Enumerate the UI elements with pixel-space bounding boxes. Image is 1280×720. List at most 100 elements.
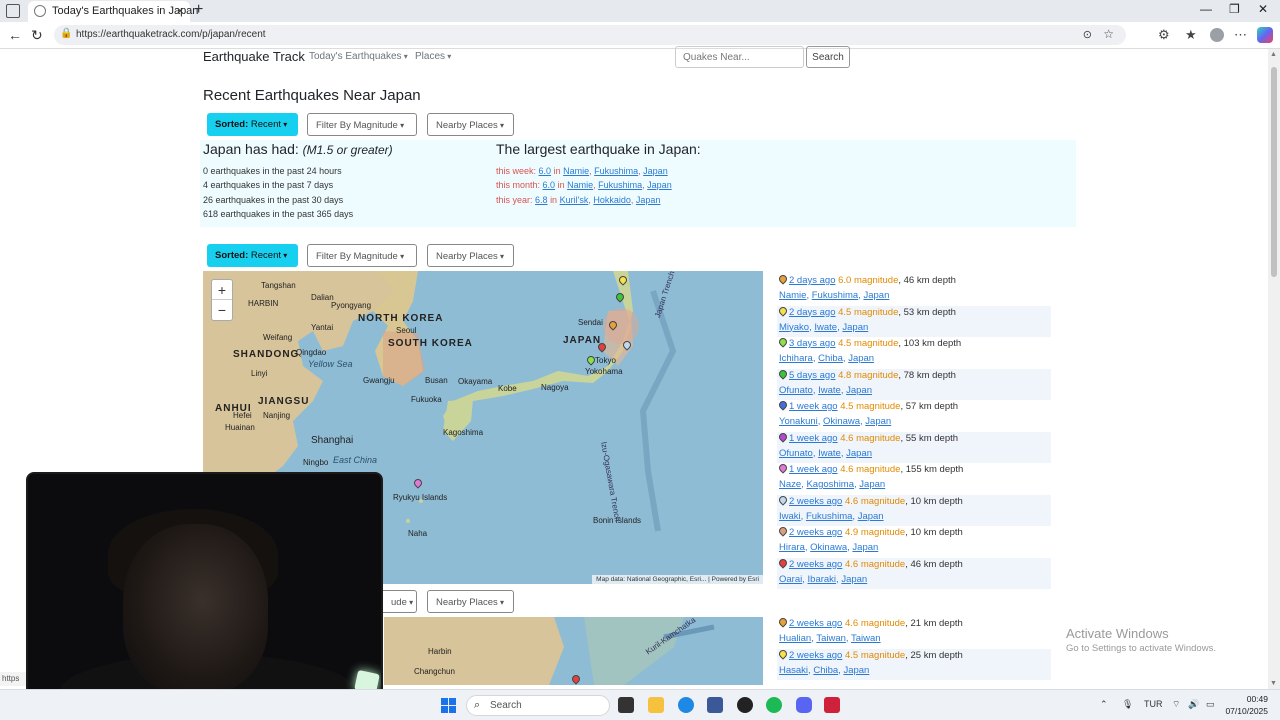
filter-magnitude-dropdown-3[interactable]: ude	[383, 590, 417, 613]
site-brand[interactable]: Earthquake Track	[203, 49, 305, 64]
page-scrollbar[interactable]: ▲ ▼	[1268, 49, 1280, 689]
discord-icon[interactable]	[796, 697, 812, 713]
nav-todays-earthquakes[interactable]: Today's Earthquakes	[309, 51, 408, 62]
tray-overflow-icon[interactable]: ⌃	[1100, 699, 1108, 710]
quake-region-link[interactable]: Okinawa	[823, 416, 860, 427]
quake-time-link[interactable]: 2 weeks ago	[789, 650, 842, 661]
profile-avatar-icon[interactable]	[1210, 28, 1224, 42]
quake-city-link[interactable]: Ofunato	[779, 448, 813, 459]
sorted-dropdown-2[interactable]: Sorted: Recent	[207, 244, 298, 267]
favorite-star-icon[interactable]: ☆	[1103, 27, 1114, 41]
quake-region-link[interactable]: Ibaraki	[808, 574, 837, 585]
zoom-in-button[interactable]: +	[212, 280, 232, 300]
quake-country-link[interactable]: Japan	[865, 416, 891, 427]
quake-time-link[interactable]: 3 days ago	[789, 338, 835, 349]
volume-icon[interactable]: 🔊	[1188, 699, 1199, 710]
taskbar-clock[interactable]: 00:49 07/10/2025	[1224, 693, 1268, 717]
microphone-icon[interactable]: 🎙	[1122, 699, 1133, 710]
battery-icon[interactable]: ▭	[1206, 699, 1215, 710]
largest-year-mag-link[interactable]: 6.8	[535, 195, 548, 205]
largest-week-region-link[interactable]: Fukushima	[594, 166, 638, 176]
largest-month-country-link[interactable]: Japan	[647, 180, 672, 190]
favorites-icon[interactable]: ★	[1185, 27, 1197, 43]
quake-city-link[interactable]: Yonakuni	[779, 416, 818, 427]
quake-country-link[interactable]: Taiwan	[851, 633, 881, 644]
search-button[interactable]: Search	[806, 46, 850, 68]
close-tab-icon[interactable]: ×	[176, 3, 184, 18]
quake-region-link[interactable]: Fukushima	[812, 290, 858, 301]
back-icon[interactable]: ←	[8, 27, 22, 43]
refresh-icon[interactable]: ↻	[31, 27, 43, 44]
nearby-places-dropdown-3[interactable]: Nearby Places	[427, 590, 514, 613]
quake-time-link[interactable]: 2 weeks ago	[789, 527, 842, 538]
quake-country-link[interactable]: Japan	[846, 448, 872, 459]
app-red-icon[interactable]	[824, 697, 840, 713]
quake-region-link[interactable]: Taiwan	[816, 633, 846, 644]
language-indicator[interactable]: TUR	[1144, 699, 1163, 709]
nav-places[interactable]: Places	[415, 51, 451, 62]
close-window-icon[interactable]: ✕	[1258, 2, 1268, 16]
quake-city-link[interactable]: Miyako	[779, 322, 809, 333]
obs-icon[interactable]	[737, 697, 753, 713]
more-menu-icon[interactable]: ⋯	[1234, 27, 1247, 43]
quake-time-link[interactable]: 2 days ago	[789, 275, 835, 286]
largest-month-city-link[interactable]: Namie	[567, 180, 593, 190]
earthquake-map-2[interactable]: Harbin Changchun Kuril-Kamchatka	[384, 617, 763, 685]
quake-region-link[interactable]: Chiba	[813, 665, 838, 676]
wifi-icon[interactable]: ⌔	[1172, 699, 1180, 710]
quake-country-link[interactable]: Japan	[858, 511, 884, 522]
largest-week-city-link[interactable]: Namie	[563, 166, 589, 176]
quake-country-link[interactable]: Japan	[848, 353, 874, 364]
quake-time-link[interactable]: 1 week ago	[789, 433, 838, 444]
quake-time-link[interactable]: 1 week ago	[789, 464, 838, 475]
quakes-near-input[interactable]: Quakes Near...	[675, 46, 804, 68]
quake-region-link[interactable]: Iwate	[818, 385, 841, 396]
quake-time-link[interactable]: 1 week ago	[789, 401, 838, 412]
quake-country-link[interactable]: Japan	[843, 665, 869, 676]
quake-city-link[interactable]: Hirara	[779, 542, 805, 553]
filter-magnitude-dropdown-2[interactable]: Filter By Magnitude	[307, 244, 417, 267]
quake-city-link[interactable]: Ofunato	[779, 385, 813, 396]
copilot-icon[interactable]	[1257, 27, 1273, 43]
quake-region-link[interactable]: Kagoshima	[806, 479, 854, 490]
quake-country-link[interactable]: Japan	[842, 322, 868, 333]
url-field[interactable]: 🔒 https://earthquaketrack.com/p/japan/re…	[54, 25, 1126, 45]
scroll-thumb[interactable]	[1271, 67, 1277, 277]
edge-browser-icon[interactable]	[678, 697, 694, 713]
sorted-dropdown[interactable]: Sorted: Recent	[207, 113, 298, 136]
quake-time-link[interactable]: 2 weeks ago	[789, 618, 842, 629]
browser-tab[interactable]: Today's Earthquakes in Japan ×	[28, 1, 198, 22]
largest-week-mag-link[interactable]: 6.0	[539, 166, 552, 176]
quake-country-link[interactable]: Japan	[863, 290, 889, 301]
largest-month-mag-link[interactable]: 6.0	[543, 180, 556, 190]
zoom-out-button[interactable]: −	[212, 300, 232, 320]
quake-time-link[interactable]: 5 days ago	[789, 370, 835, 381]
largest-year-city-link[interactable]: Kuril'sk	[560, 195, 589, 205]
largest-year-region-link[interactable]: Hokkaido	[593, 195, 631, 205]
file-explorer-icon[interactable]	[648, 697, 664, 713]
quake-city-link[interactable]: Naze	[779, 479, 801, 490]
extensions-icon[interactable]: ⚙	[1158, 27, 1170, 43]
store-icon[interactable]	[707, 697, 723, 713]
tab-actions-icon[interactable]	[6, 4, 20, 18]
quake-region-link[interactable]: Iwate	[814, 322, 837, 333]
quake-country-link[interactable]: Japan	[841, 574, 867, 585]
windows-start-icon[interactable]	[441, 698, 456, 713]
nearby-places-dropdown-2[interactable]: Nearby Places	[427, 244, 514, 267]
minimize-icon[interactable]: —	[1200, 2, 1212, 16]
quake-country-link[interactable]: Japan	[846, 385, 872, 396]
scroll-up-icon[interactable]: ▲	[1270, 51, 1277, 58]
quake-region-link[interactable]: Iwate	[818, 448, 841, 459]
quake-country-link[interactable]: Japan	[852, 542, 878, 553]
quake-region-link[interactable]: Fukushima	[806, 511, 852, 522]
scroll-down-icon[interactable]: ▼	[1270, 680, 1277, 687]
quake-region-link[interactable]: Chiba	[818, 353, 843, 364]
task-view-icon[interactable]	[618, 697, 634, 713]
quake-time-link[interactable]: 2 weeks ago	[789, 559, 842, 570]
largest-year-country-link[interactable]: Japan	[636, 195, 661, 205]
quake-city-link[interactable]: Ichihara	[779, 353, 813, 364]
quake-city-link[interactable]: Hasaki	[779, 665, 808, 676]
quake-city-link[interactable]: Iwaki	[779, 511, 801, 522]
spotify-icon[interactable]	[766, 697, 782, 713]
quake-city-link[interactable]: Hualian	[779, 633, 811, 644]
